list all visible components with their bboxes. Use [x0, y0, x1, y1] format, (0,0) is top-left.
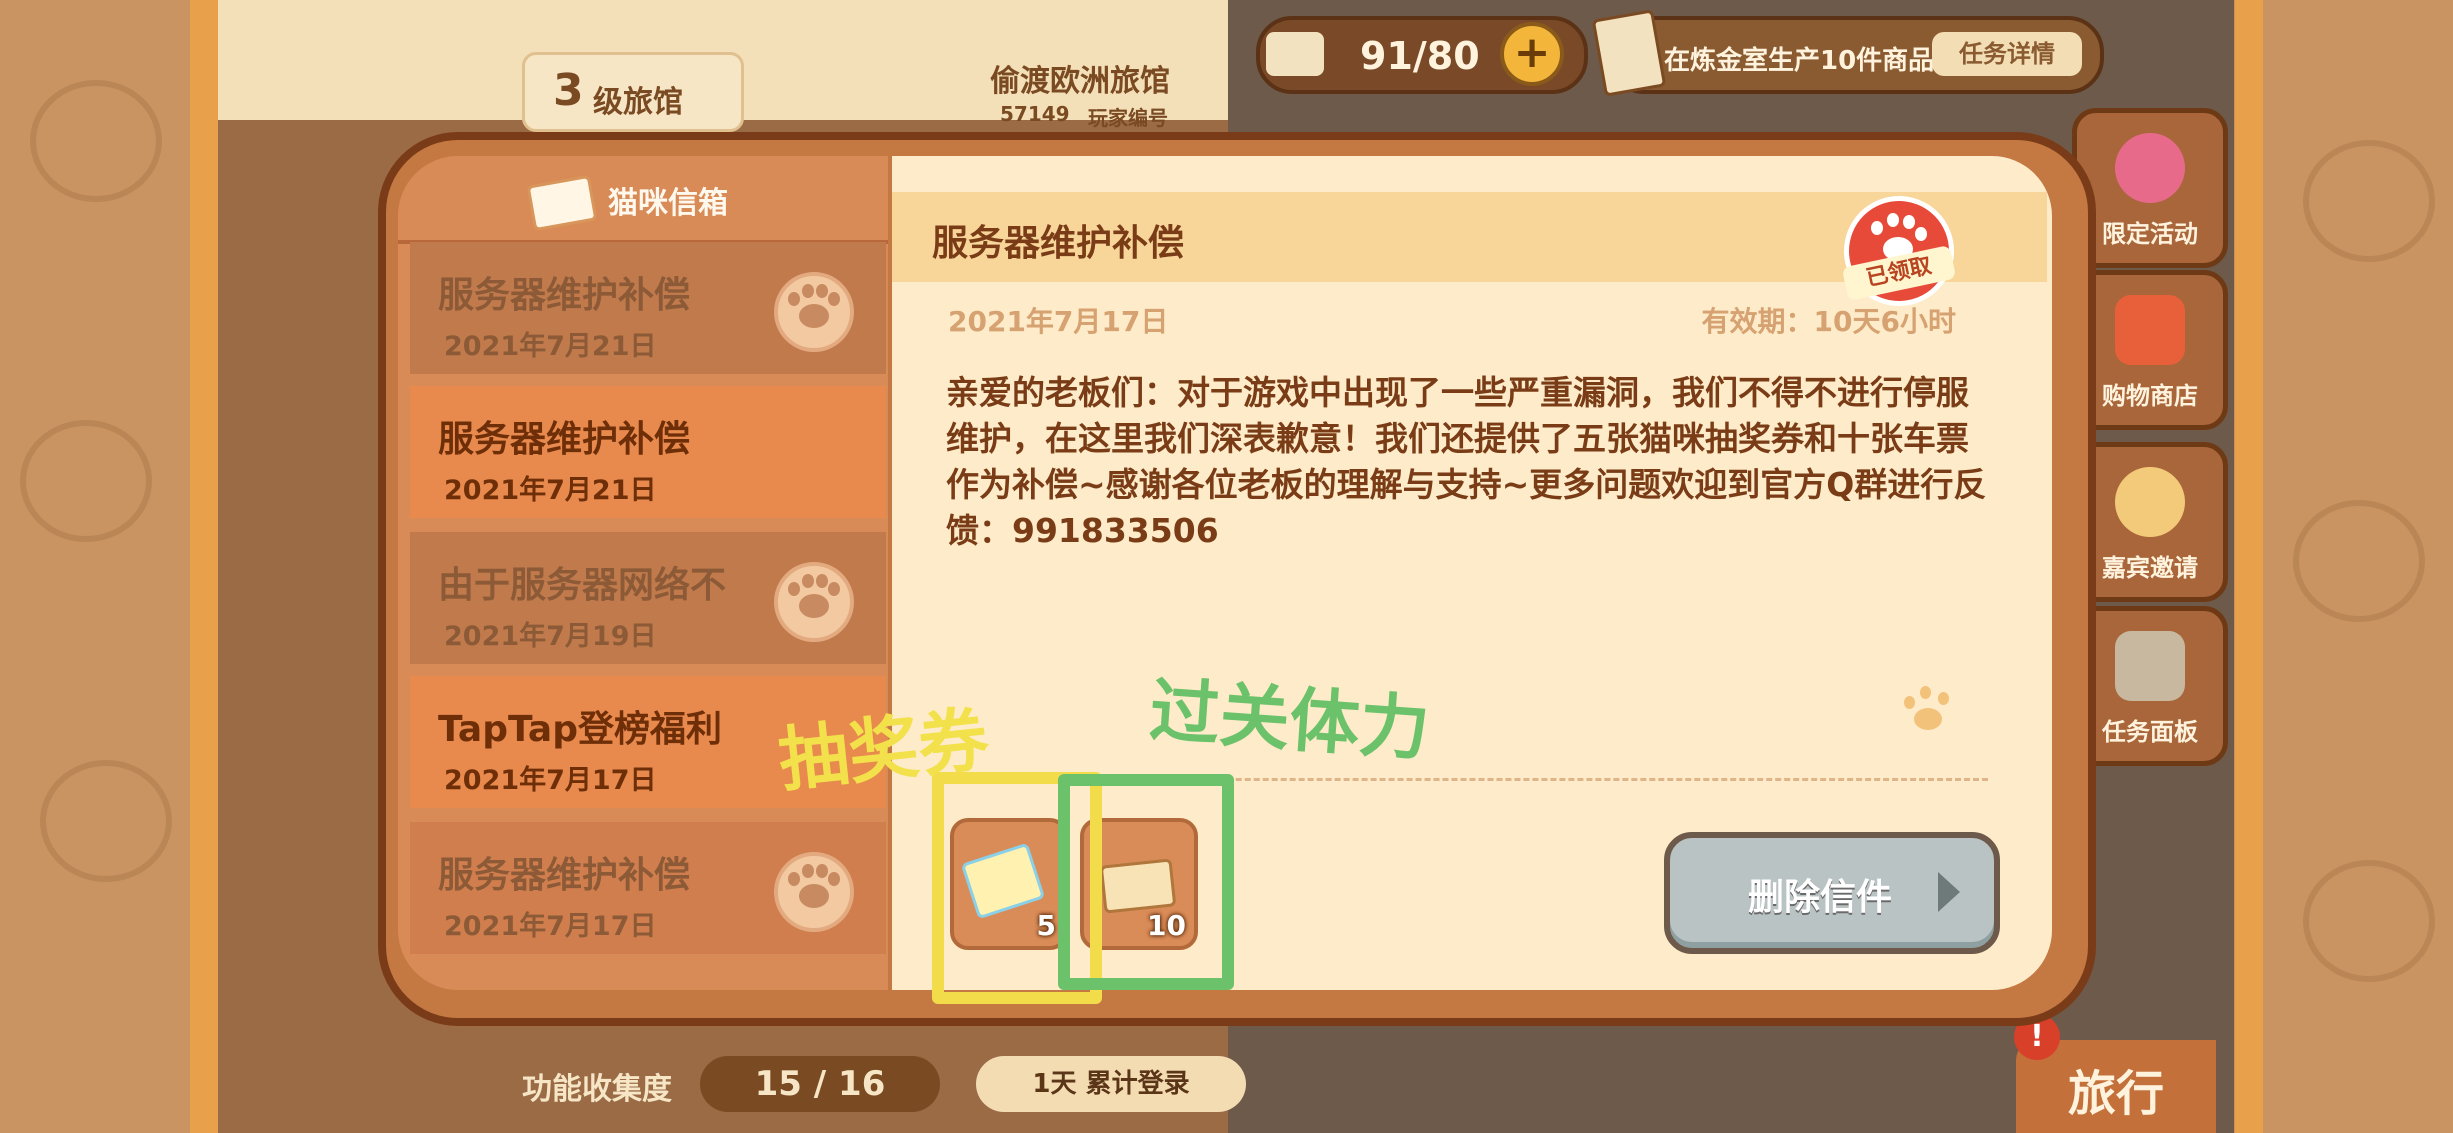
mail-item-date: 2021年7月21日: [444, 475, 657, 506]
right-border-bar: [2235, 0, 2263, 1133]
paw-watermark-icon: [1902, 686, 1952, 736]
hotel-level-label: 级旅馆: [593, 85, 683, 120]
mail-validity: 有效期：10天6小时: [1701, 305, 1956, 338]
arrow-right-icon: [1938, 872, 1960, 912]
mail-detail-title: 服务器维护补偿: [932, 223, 1185, 264]
mailbox-header: 猫咪信箱: [398, 156, 888, 244]
task-banner[interactable]: 在炼金室生产10件商品 任务详情: [1591, 9, 2104, 97]
mail-list: 猫咪信箱 服务器维护补偿 2021年7月21日 服务器维护补偿 2021年7月2…: [398, 156, 888, 990]
mail-item-title: 服务器维护补偿: [438, 855, 691, 896]
left-border-bar: [190, 0, 218, 1133]
envelope-icon: [526, 174, 598, 232]
delete-mail-label: 删除信件: [1748, 877, 1893, 918]
shop-icon: [2115, 295, 2185, 365]
player-id: 57149: [1000, 102, 1070, 126]
mail-item-title: TapTap登榜福利: [438, 709, 722, 750]
mail-item-date: 2021年7月17日: [444, 765, 657, 796]
login-counter: 1天 累计登录: [976, 1056, 1246, 1112]
board-icon: [2115, 631, 2185, 701]
mail-item[interactable]: 服务器维护补偿 2021年7月21日: [410, 242, 886, 374]
balloon-icon: [2115, 133, 2185, 203]
delete-mail-button[interactable]: 删除信件: [1664, 832, 2000, 954]
menu-label: 嘉宾邀请: [2102, 554, 2198, 582]
travel-label: 旅行: [2068, 1066, 2165, 1122]
menu-label: 购物商店: [2102, 382, 2198, 410]
player-id-label: 玩家编号: [1088, 106, 1168, 130]
paw-icon: [774, 562, 854, 642]
fish-pattern-icon: [20, 420, 152, 542]
mail-item[interactable]: 服务器维护补偿 2021年7月17日: [410, 822, 886, 954]
mail-item-date: 2021年7月17日: [444, 911, 657, 942]
left-decor-panel: [0, 0, 190, 1133]
mail-item-title: 服务器维护补偿: [438, 419, 691, 460]
mail-item-title: 服务器维护补偿: [438, 275, 691, 316]
hotel-info-bar: 3 级旅馆 偷渡欧洲旅馆 57149 玩家编号: [218, 0, 1228, 132]
menu-label: 限定活动: [2102, 220, 2198, 248]
mail-body-text: 亲爱的老板们：对于游戏中出现了一些严重漏洞，我们不得不进行停服维护，在这里我们深…: [946, 373, 1987, 550]
mail-item-date: 2021年7月19日: [444, 621, 657, 652]
cat-icon: [2115, 467, 2185, 537]
annotation-stamina: 过关体力: [1147, 669, 1433, 771]
paw-icon: [774, 272, 854, 352]
task-text: 在炼金室生产10件商品: [1664, 46, 1935, 76]
mail-item-title: 由于服务器网络不: [438, 565, 727, 606]
fish-pattern-icon: [2293, 500, 2425, 622]
fish-pattern-icon: [30, 80, 162, 202]
task-clipboard-icon: [1591, 9, 1667, 97]
mail-item[interactable]: 由于服务器网络不 2021年7月19日: [410, 532, 886, 664]
menu-label: 任务面板: [2102, 718, 2198, 746]
paw-ticket-icon: [1266, 32, 1324, 76]
add-stamina-button[interactable]: +: [1500, 22, 1564, 86]
collection-value: 15 / 16: [700, 1056, 940, 1112]
stamina-highlight-box: [1058, 774, 1234, 990]
hotel-level-number: 3: [553, 65, 584, 116]
fish-pattern-icon: [2303, 860, 2435, 982]
stamina-value: 91/80: [1360, 34, 1480, 78]
fish-pattern-icon: [2303, 140, 2435, 262]
paw-icon: [774, 852, 854, 932]
right-decor-panel: [2263, 0, 2453, 1133]
mailbox-title: 猫咪信箱: [608, 186, 728, 221]
fish-pattern-icon: [40, 760, 172, 882]
collection-label: 功能收集度: [522, 1072, 672, 1107]
hotel-name: 偷渡欧洲旅馆: [990, 64, 1170, 99]
mail-item[interactable]: 服务器维护补偿 2021年7月21日: [410, 386, 886, 518]
hotel-level-badge: 3 级旅馆: [522, 52, 744, 132]
mail-detail-date: 2021年7月17日: [948, 305, 1169, 338]
task-detail-button[interactable]: 任务详情: [1932, 32, 2082, 76]
mail-item-date: 2021年7月21日: [444, 331, 657, 362]
